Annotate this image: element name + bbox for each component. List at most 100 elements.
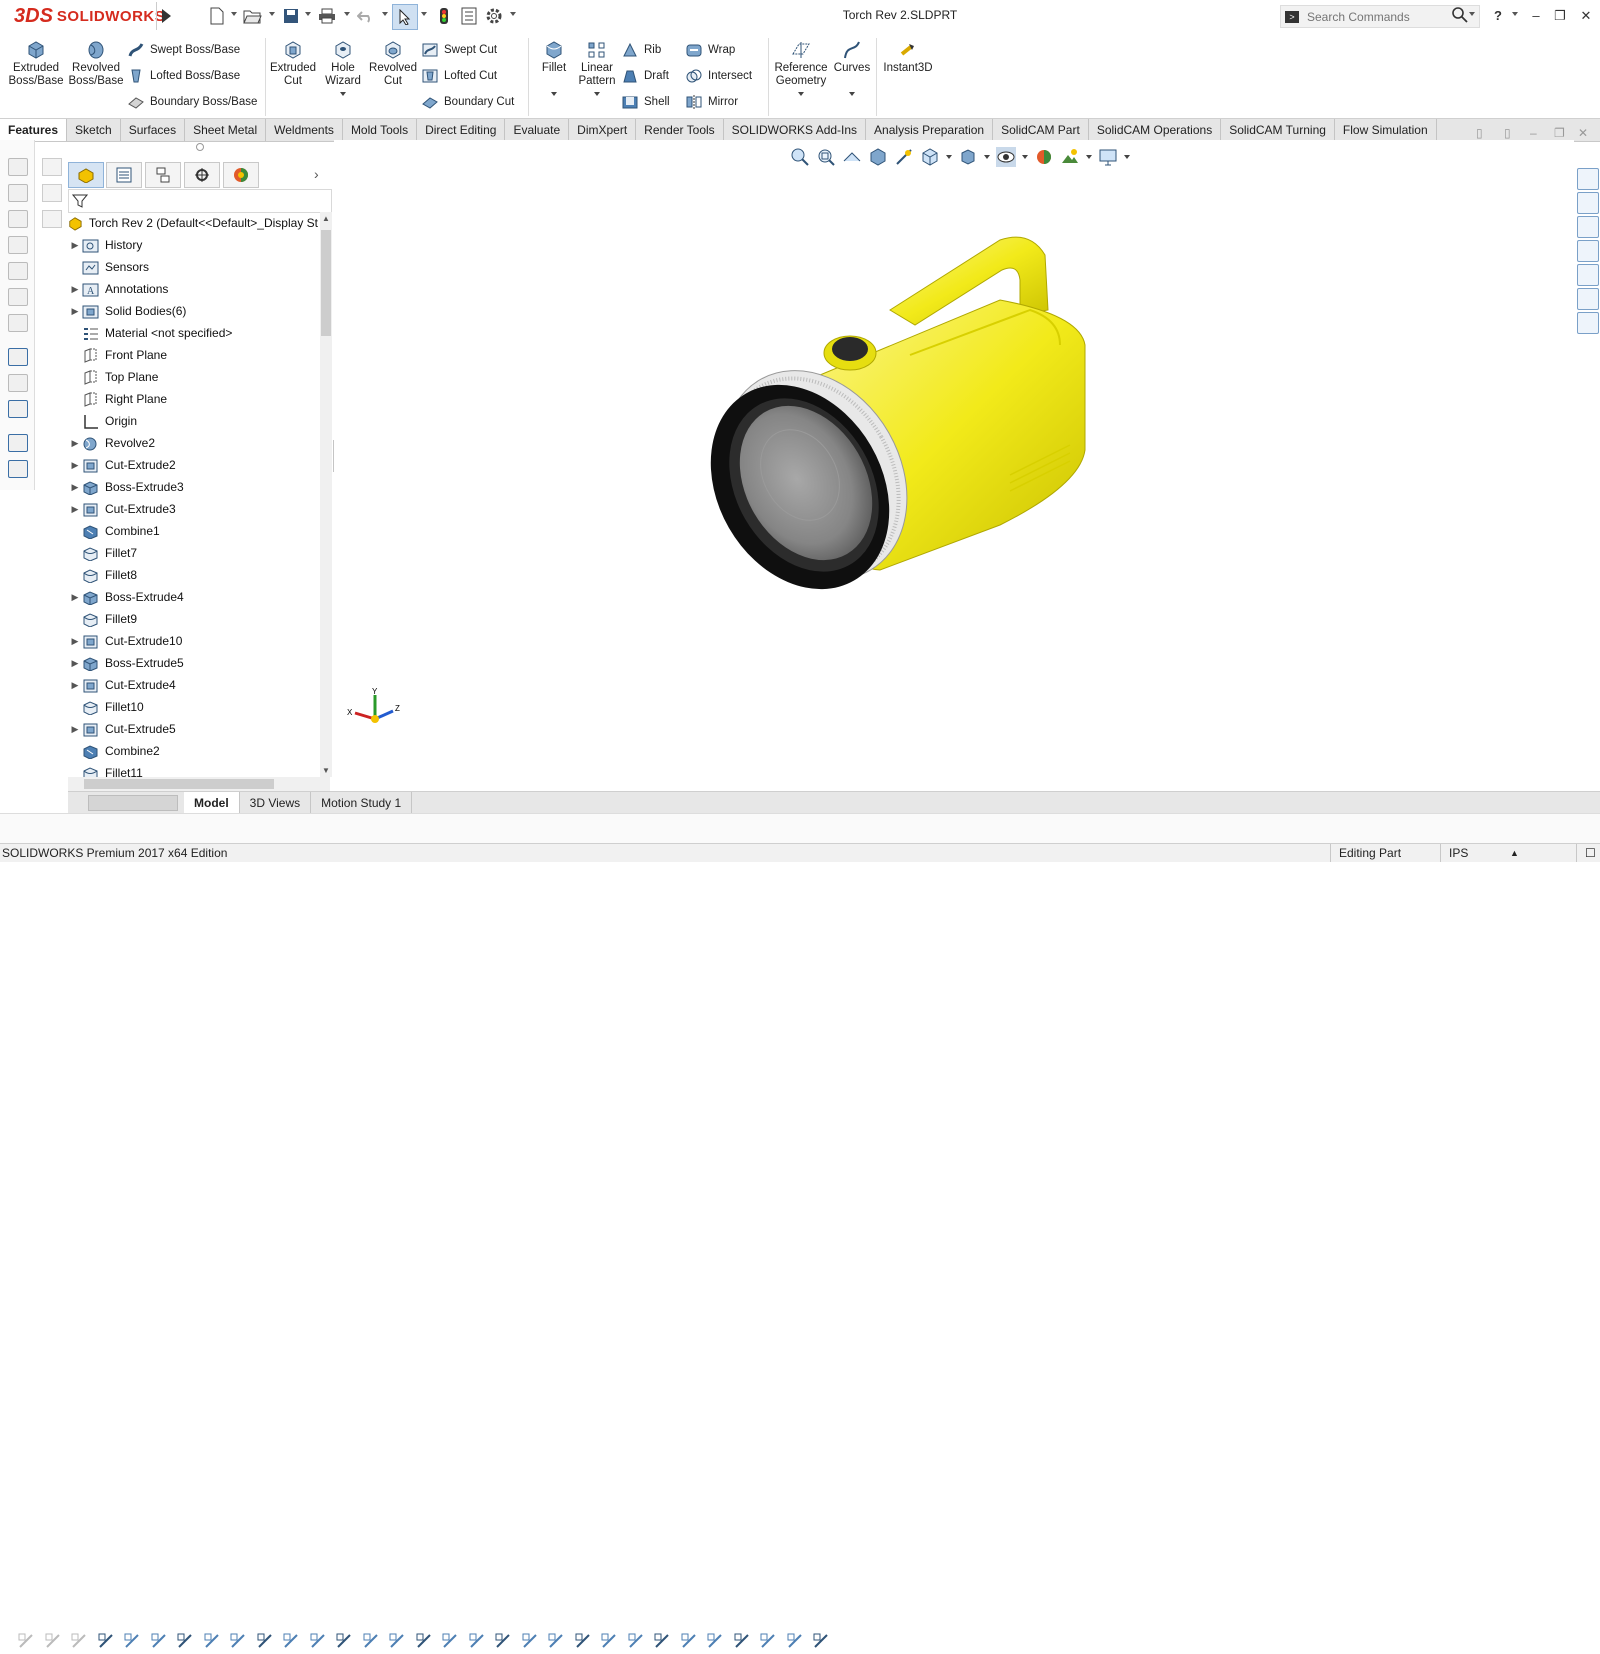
- doc-close-icon[interactable]: ✕: [1578, 126, 1588, 140]
- circle-icon[interactable]: [228, 1631, 248, 1651]
- tree-item[interactable]: Combine2: [68, 740, 318, 762]
- dimxpertmanager-tab-icon[interactable]: [184, 162, 220, 188]
- scroll-up-icon[interactable]: ▲: [322, 214, 330, 223]
- spline-icon[interactable]: [281, 1631, 301, 1651]
- tree-item[interactable]: Front Plane: [68, 344, 318, 366]
- undo-dropdown-icon[interactable]: [382, 12, 388, 16]
- pattern-icon[interactable]: [414, 1631, 434, 1651]
- expand-arrow-icon[interactable]: ▶: [68, 636, 82, 647]
- displaymanager-tab-icon[interactable]: [223, 162, 259, 188]
- revolved-cut-button[interactable]: Revolved Cut: [368, 40, 418, 98]
- tab-surfaces[interactable]: Surfaces: [121, 119, 186, 141]
- expand-arrow-icon[interactable]: ▶: [68, 482, 82, 493]
- reference-axis-icon[interactable]: [785, 1631, 805, 1651]
- linear-pattern-button[interactable]: Linear Pattern: [576, 40, 618, 98]
- select-icon[interactable]: [392, 4, 418, 30]
- sketch-strip-icon[interactable]: [8, 400, 28, 418]
- zoom-to-fit-icon[interactable]: [790, 147, 810, 167]
- design-library-icon[interactable]: [1577, 192, 1599, 214]
- apply-scene-dropdown-icon[interactable]: [1086, 155, 1092, 159]
- featuremanager-tab-icon[interactable]: [68, 162, 104, 188]
- sketch-strip-icon[interactable]: [8, 236, 28, 254]
- search-icon[interactable]: [1452, 7, 1468, 26]
- tree-item[interactable]: ▶ Cut-Extrude2: [68, 454, 318, 476]
- expand-arrow-icon[interactable]: ▶: [68, 658, 82, 669]
- swept-cut-button[interactable]: Swept Cut: [422, 39, 497, 61]
- print-dropdown-icon[interactable]: [344, 12, 350, 16]
- tab-flow-simulation[interactable]: Flow Simulation: [1335, 119, 1437, 141]
- edit-appearance-icon[interactable]: [1034, 147, 1054, 167]
- sketch-strip-icon[interactable]: [8, 210, 28, 228]
- sketch-strip-icon[interactable]: [8, 460, 28, 478]
- tree-item[interactable]: Fillet8: [68, 564, 318, 586]
- rectangle-icon[interactable]: [202, 1631, 222, 1651]
- sketch-strip-icon[interactable]: [8, 158, 28, 176]
- tree-item[interactable]: Fillet7: [68, 542, 318, 564]
- expand-arrow-icon[interactable]: ▶: [68, 592, 82, 603]
- sketch-strip-icon[interactable]: [42, 210, 62, 228]
- lofted-boss-button[interactable]: Lofted Boss/Base: [128, 65, 240, 87]
- feedback-icon[interactable]: ☐: [1576, 844, 1599, 862]
- save-icon[interactable]: [280, 6, 302, 26]
- tree-item[interactable]: Fillet10: [68, 696, 318, 718]
- tree-item[interactable]: Sensors: [68, 256, 318, 278]
- display-style-dropdown-icon[interactable]: [984, 155, 990, 159]
- shaded-contours-icon[interactable]: [599, 1631, 619, 1651]
- view-settings-dropdown-icon[interactable]: [1124, 155, 1130, 159]
- propertymanager-tab-icon[interactable]: [106, 162, 142, 188]
- search-input[interactable]: [1305, 8, 1444, 25]
- bottom-tab-model[interactable]: Model: [184, 792, 240, 814]
- tile-right-icon[interactable]: ▯: [1504, 126, 1511, 140]
- curves-dropdown-icon[interactable]: [849, 92, 855, 96]
- tree-item[interactable]: ▶ Solid Bodies(6): [68, 300, 318, 322]
- intersect-button[interactable]: Intersect: [686, 65, 752, 87]
- section-icon[interactable]: [758, 1631, 778, 1651]
- apply-scene-icon[interactable]: [1060, 147, 1080, 167]
- expand-arrow-icon[interactable]: ▶: [68, 680, 82, 691]
- sketch-strip-icon[interactable]: [42, 184, 62, 202]
- options-dropdown-icon[interactable]: [510, 12, 516, 16]
- tree-item[interactable]: ▶ History: [68, 234, 318, 256]
- draft-button[interactable]: Draft: [622, 65, 669, 87]
- solidworks-logo[interactable]: 3DS SOLIDWORKS: [14, 3, 165, 29]
- rib-button[interactable]: Rib: [622, 39, 661, 61]
- tree-item[interactable]: Right Plane: [68, 388, 318, 410]
- fillet-dropdown-icon[interactable]: [551, 92, 557, 96]
- open-dropdown-icon[interactable]: [269, 12, 275, 16]
- search-dropdown-icon[interactable]: [1469, 12, 1475, 16]
- hole-wizard-button[interactable]: Hole Wizard: [320, 40, 366, 98]
- revolved-boss-button[interactable]: Revolved Boss/Base: [68, 40, 124, 98]
- expand-arrow-icon[interactable]: ▶: [68, 284, 82, 295]
- tree-item[interactable]: Material <not specified>: [68, 322, 318, 344]
- new-document-icon[interactable]: [206, 6, 228, 26]
- expand-arrow-icon[interactable]: ▶: [68, 306, 82, 317]
- scroll-down-icon[interactable]: ▼: [322, 766, 330, 775]
- fillet-button[interactable]: Fillet: [534, 40, 574, 98]
- trim-icon[interactable]: [308, 1631, 328, 1651]
- rapid-sketch-icon[interactable]: [546, 1631, 566, 1651]
- boundary-cut-button[interactable]: Boundary Cut: [422, 91, 514, 113]
- tab-scroll-buttons[interactable]: [88, 795, 178, 811]
- minimize-window-icon[interactable]: –: [1524, 6, 1548, 26]
- units-selector[interactable]: IPS: [1440, 844, 1519, 862]
- tab-solidworks-add-ins[interactable]: SOLIDWORKS Add-Ins: [724, 119, 867, 141]
- solidworks-resources-home-icon[interactable]: [1577, 168, 1599, 190]
- tree-horizontal-scrollbar[interactable]: [68, 777, 330, 791]
- tree-item[interactable]: Fillet9: [68, 608, 318, 630]
- help-dropdown-icon[interactable]: [1512, 12, 1518, 16]
- tree-item[interactable]: ▶ Cut-Extrude4: [68, 674, 318, 696]
- relations-icon[interactable]: [467, 1631, 487, 1651]
- custom-properties-icon[interactable]: [1577, 288, 1599, 310]
- boundary-boss-button[interactable]: Boundary Boss/Base: [128, 91, 257, 113]
- print-icon[interactable]: [316, 6, 338, 26]
- expand-arrow-icon[interactable]: ▶: [68, 504, 82, 515]
- file-explorer-icon[interactable]: [1577, 216, 1599, 238]
- tab-features[interactable]: Features: [0, 119, 68, 141]
- expand-arrow-icon[interactable]: ▶: [68, 438, 82, 449]
- sketch-strip-icon[interactable]: [8, 434, 28, 452]
- mass-properties-icon[interactable]: [732, 1631, 752, 1651]
- mirror-entities-icon[interactable]: [387, 1631, 407, 1651]
- derived-icon[interactable]: [679, 1631, 699, 1651]
- linear-pattern-dropdown-icon[interactable]: [594, 92, 600, 96]
- tab-dimxpert[interactable]: DimXpert: [569, 119, 637, 141]
